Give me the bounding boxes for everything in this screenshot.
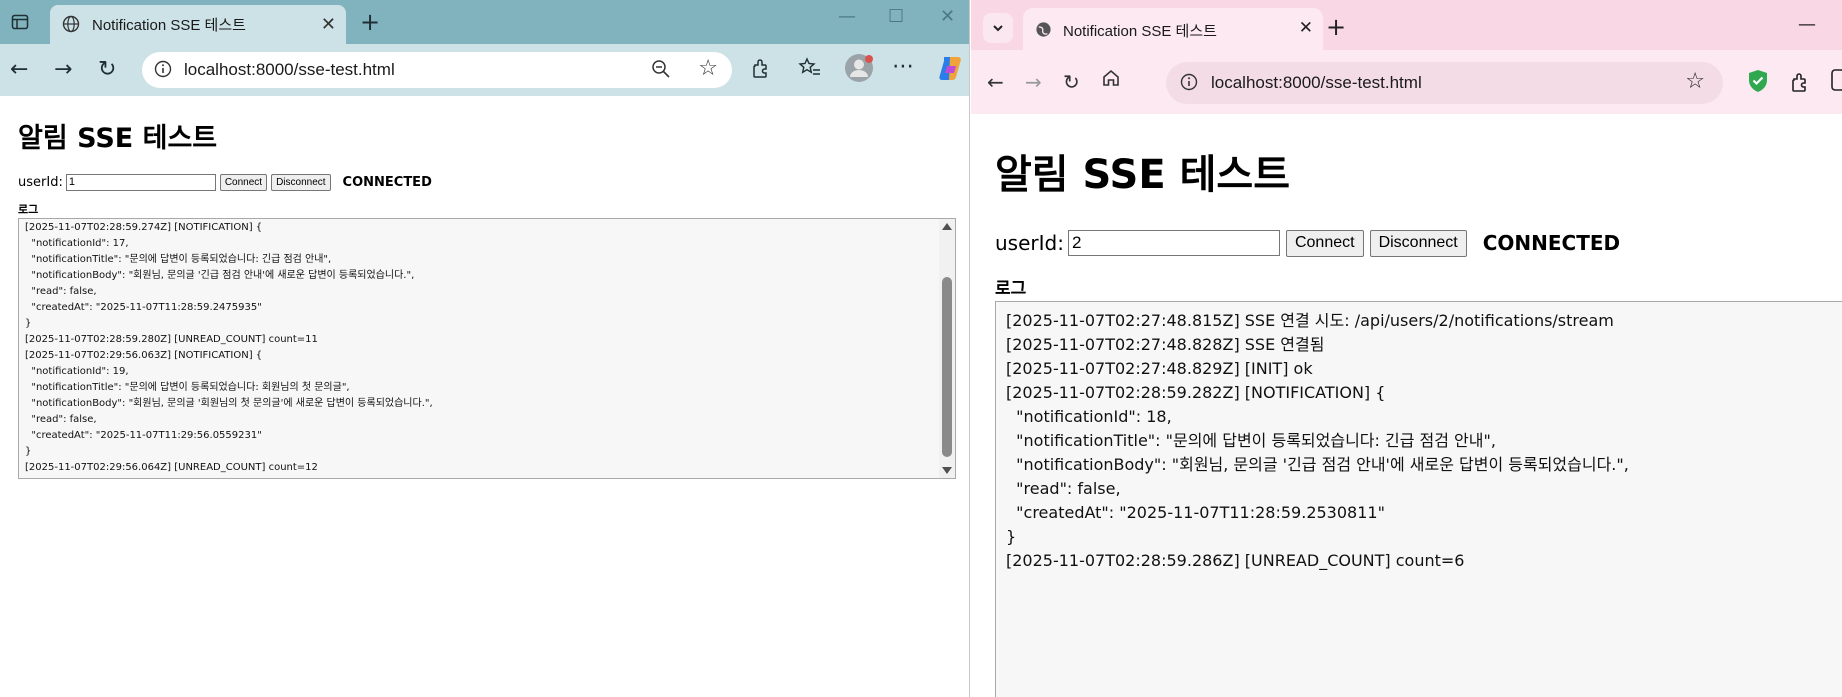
log-line: "notificationId": 17, xyxy=(25,238,129,249)
reload-icon[interactable]: ↻ xyxy=(98,57,116,82)
connection-controls: userId: Connect Disconnect CONNECTED xyxy=(18,171,432,193)
log-line: [2025-11-07T02:27:48.815Z] SSE 연결 시도: /a… xyxy=(1006,311,1614,330)
tab-title: Notification SSE 테스트 xyxy=(1063,23,1217,40)
userid-label: userId: xyxy=(995,231,1064,255)
close-tab-icon[interactable]: ✕ xyxy=(1299,18,1313,38)
log-line: } xyxy=(1006,527,1017,546)
site-info-icon[interactable] xyxy=(1180,73,1198,95)
log-line: [2025-11-07T02:29:56.064Z] [UNREAD_COUNT… xyxy=(25,462,318,473)
log-line: "createdAt": "2025-11-07T11:29:56.055923… xyxy=(25,430,262,441)
scroll-up-arrow-icon[interactable] xyxy=(942,223,952,230)
url-text: localhost:8000/sse-test.html xyxy=(1211,73,1422,92)
log-line: [2025-11-07T02:29:56.063Z] [NOTIFICATION… xyxy=(25,350,263,361)
scrollbar-thumb[interactable] xyxy=(942,277,952,457)
forward-icon[interactable]: → xyxy=(1025,70,1042,94)
back-icon[interactable]: ← xyxy=(987,70,1004,94)
back-icon[interactable]: ← xyxy=(10,57,28,82)
page-content: 알림 SSE 테스트 userId: Connect Disconnect CO… xyxy=(971,114,1842,697)
globe-icon xyxy=(1035,21,1052,42)
log-line: "notificationBody": "회원님, 문의글 '긴급 점검 안내'… xyxy=(1006,455,1629,474)
browser-tab[interactable]: Notification SSE 테스트 ✕ xyxy=(50,5,346,44)
log-scrollbar[interactable] xyxy=(939,219,955,478)
log-line: } xyxy=(25,318,32,329)
log-line: "notificationId": 18, xyxy=(1006,407,1172,426)
tab-title: Notification SSE 테스트 xyxy=(92,17,246,34)
scroll-down-arrow-icon[interactable] xyxy=(942,467,952,474)
log-line: "notificationBody": "회원님, 문의글 '회원님의 첫 문의… xyxy=(25,398,433,409)
close-tab-icon[interactable]: ✕ xyxy=(321,14,336,35)
log-line: [2025-11-07T02:27:48.829Z] [INIT] ok xyxy=(1006,359,1313,378)
forward-icon[interactable]: → xyxy=(54,57,72,82)
log-line: "notificationBody": "회원님, 문의글 '긴급 점검 안내'… xyxy=(25,270,415,281)
minimize-icon[interactable]: — xyxy=(1798,14,1816,35)
bookmark-star-icon[interactable]: ☆ xyxy=(1685,69,1705,94)
connect-button[interactable]: Connect xyxy=(219,173,268,191)
log-line: "notificationTitle": "문의에 답변이 등록되었습니다: 긴… xyxy=(25,254,332,265)
disconnect-button[interactable]: Disconnect xyxy=(1369,229,1467,257)
profile-avatar[interactable] xyxy=(844,53,874,87)
page-title: 알림 SSE 테스트 xyxy=(18,123,218,154)
maximize-icon[interactable]: ☐ xyxy=(888,6,904,27)
log-line: [2025-11-07T02:28:59.274Z] [NOTIFICATION… xyxy=(25,222,263,233)
favorite-star-icon[interactable]: ☆ xyxy=(698,56,718,81)
chrome-window: Notification SSE 테스트 ✕ + — ← → ↻ localho… xyxy=(971,0,1842,697)
favorites-icon[interactable] xyxy=(798,56,822,84)
site-info-icon[interactable] xyxy=(154,60,172,82)
extensions-icon[interactable] xyxy=(1789,70,1813,98)
reload-icon[interactable]: ↻ xyxy=(1063,70,1080,94)
new-tab-button[interactable]: + xyxy=(360,8,380,36)
home-icon[interactable] xyxy=(1101,68,1121,93)
log-line: [2025-11-07T02:27:48.828Z] SSE 연결됨 xyxy=(1006,335,1325,354)
log-line: "notificationTitle": "문의에 답변이 등록되었습니다: 긴… xyxy=(1006,431,1496,450)
log-line: "notificationTitle": "문의에 답변이 등록되었습니다: 회… xyxy=(25,382,350,393)
navigation-toolbar: ← → ↻ localhost:8000/sse-test.html ☆ ⋯ xyxy=(0,44,969,96)
tab-strip: Notification SSE 테스트 ✕ + — ☐ ✕ xyxy=(0,0,969,44)
close-window-icon[interactable]: ✕ xyxy=(940,6,955,27)
tab-actions-icon[interactable] xyxy=(6,8,34,36)
more-menu-icon[interactable]: ⋯ xyxy=(892,54,914,79)
edge-window: Notification SSE 테스트 ✕ + — ☐ ✕ ← → ↻ loc… xyxy=(0,0,970,697)
url-text: localhost:8000/sse-test.html xyxy=(184,60,395,79)
extensions-icon[interactable] xyxy=(750,56,774,84)
address-bar[interactable]: localhost:8000/sse-test.html ☆ xyxy=(142,52,732,88)
log-textarea[interactable]: [2025-11-07T02:27:48.815Z] SSE 연결 시도: /a… xyxy=(995,301,1842,697)
log-heading: 로그 xyxy=(995,279,1027,299)
zoom-out-icon[interactable] xyxy=(650,58,672,84)
userid-input[interactable] xyxy=(65,173,216,191)
log-line: "notificationId": 19, xyxy=(25,366,129,377)
minimize-icon[interactable]: — xyxy=(838,6,856,27)
address-bar[interactable]: localhost:8000/sse-test.html ☆ xyxy=(1166,62,1723,104)
globe-icon xyxy=(62,15,80,37)
log-line: "read": false, xyxy=(1006,479,1121,498)
log-line: [2025-11-07T02:28:59.282Z] [NOTIFICATION… xyxy=(1006,383,1386,402)
connection-status: CONNECTED xyxy=(342,174,432,190)
log-line: "createdAt": "2025-11-07T11:28:59.247593… xyxy=(25,302,262,313)
new-tab-button[interactable]: + xyxy=(1326,13,1346,41)
page-title: 알림 SSE 테스트 xyxy=(995,152,1290,198)
disconnect-button[interactable]: Disconnect xyxy=(271,173,331,191)
log-line: "read": false, xyxy=(25,414,97,425)
navigation-toolbar: ← → ↻ localhost:8000/sse-test.html ☆ xyxy=(971,50,1842,114)
userid-label: userId: xyxy=(18,174,63,190)
shield-icon[interactable] xyxy=(1746,68,1770,98)
connection-controls: userId: Connect Disconnect CONNECTED xyxy=(995,228,1620,258)
userid-input[interactable] xyxy=(1067,230,1280,256)
log-line: [2025-11-07T02:28:59.280Z] [UNREAD_COUNT… xyxy=(25,334,318,345)
browser-tab[interactable]: Notification SSE 테스트 ✕ xyxy=(1023,8,1323,50)
log-line: "createdAt": "2025-11-07T11:28:59.253081… xyxy=(1006,503,1385,522)
connect-button[interactable]: Connect xyxy=(1285,229,1364,257)
log-line: [2025-11-07T02:28:59.286Z] [UNREAD_COUNT… xyxy=(1006,551,1465,570)
tab-search-chevron-icon[interactable] xyxy=(983,13,1013,43)
profile-icon[interactable] xyxy=(1831,68,1842,96)
tab-strip: Notification SSE 테스트 ✕ + — xyxy=(971,0,1842,50)
page-content: 알림 SSE 테스트 userId: Connect Disconnect CO… xyxy=(0,96,969,697)
copilot-icon[interactable] xyxy=(936,53,966,87)
log-textarea[interactable]: [2025-11-07T02:28:59.274Z] [NOTIFICATION… xyxy=(18,218,956,479)
log-line: } xyxy=(25,446,32,457)
connection-status: CONNECTED xyxy=(1482,231,1621,255)
log-line: "read": false, xyxy=(25,286,97,297)
log-heading: 로그 xyxy=(18,203,39,216)
